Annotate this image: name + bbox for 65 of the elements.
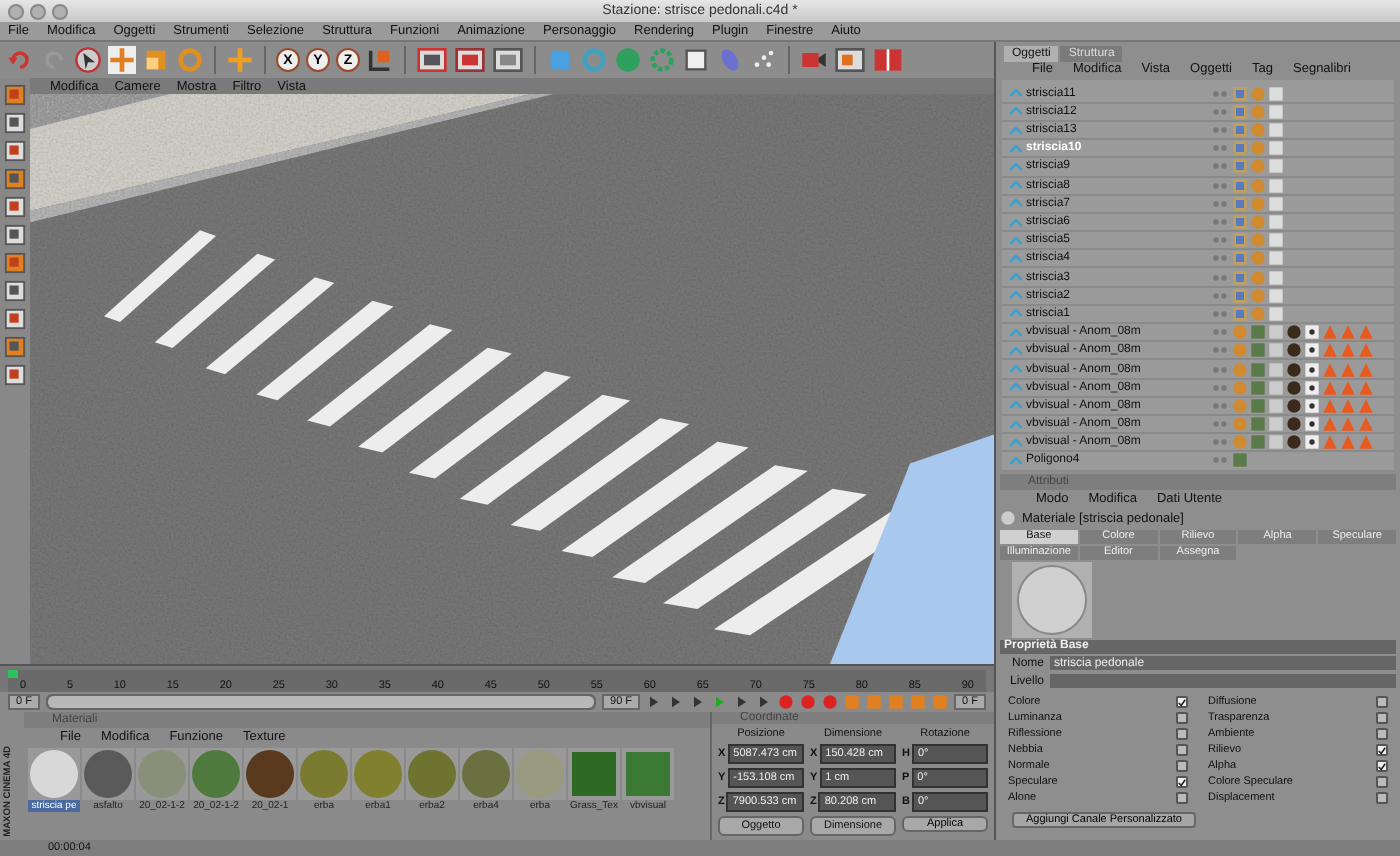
- checkbox[interactable]: [1376, 792, 1388, 805]
- checkbox[interactable]: [1376, 712, 1388, 725]
- close-button[interactable]: [8, 4, 24, 20]
- material-icon[interactable]: [1000, 510, 1016, 527]
- visibility-dots-icon[interactable]: [1210, 140, 1230, 157]
- visibility-dots-icon[interactable]: [1210, 324, 1230, 341]
- checkbox[interactable]: [1176, 792, 1188, 805]
- visibility-dots-icon[interactable]: [1210, 232, 1230, 249]
- checkbox[interactable]: [1176, 760, 1188, 773]
- material-preview: [1012, 561, 1092, 638]
- visibility-dots-icon[interactable]: [1210, 85, 1230, 102]
- checkbox[interactable]: [1176, 696, 1188, 709]
- checkbox[interactable]: [1376, 696, 1388, 709]
- layer-field[interactable]: [1050, 674, 1396, 689]
- rotate-icon[interactable]: [176, 46, 204, 74]
- visibility-dots-icon[interactable]: [1210, 214, 1230, 230]
- key-scale-icon[interactable]: [866, 694, 883, 710]
- render-picture-icon[interactable]: [454, 44, 486, 76]
- zoom-button[interactable]: [52, 4, 68, 20]
- key-position-icon[interactable]: [844, 694, 861, 710]
- visibility-dots-icon[interactable]: [1210, 342, 1230, 359]
- target-tag-icon[interactable]: [1304, 434, 1320, 451]
- visibility-dots-icon[interactable]: [1210, 361, 1230, 377]
- key-parameter-icon[interactable]: [910, 694, 927, 710]
- coordinate-system-icon[interactable]: [366, 46, 394, 74]
- checkbox[interactable]: [1376, 728, 1388, 741]
- target-tag-icon[interactable]: [1304, 324, 1320, 341]
- scene-icon[interactable]: [834, 44, 866, 76]
- checkbox[interactable]: [1376, 744, 1388, 757]
- visibility-dots-icon[interactable]: [1210, 434, 1230, 451]
- visibility-dots-icon[interactable]: [1210, 103, 1230, 120]
- key-rotation-icon[interactable]: [888, 694, 905, 710]
- playhead[interactable]: [8, 670, 18, 678]
- target-tag-icon[interactable]: [1304, 342, 1320, 359]
- target-tag-icon[interactable]: [1304, 397, 1320, 414]
- checkbox[interactable]: [1176, 776, 1188, 789]
- undo-icon[interactable]: [6, 46, 34, 74]
- render-view-icon[interactable]: [416, 44, 448, 76]
- cursor-icon[interactable]: [74, 46, 102, 74]
- checkbox[interactable]: [1176, 728, 1188, 741]
- visibility-dots-icon[interactable]: [1210, 379, 1230, 396]
- checkbox[interactable]: [1176, 744, 1188, 757]
- add-icon[interactable]: [226, 46, 254, 74]
- visibility-dots-icon[interactable]: [1210, 269, 1230, 286]
- visibility-dots-icon[interactable]: [1210, 158, 1230, 175]
- checkbox[interactable]: [1176, 712, 1188, 725]
- visibility-dots-icon[interactable]: [1210, 195, 1230, 212]
- minimize-button[interactable]: [30, 4, 46, 20]
- target-tag-icon[interactable]: [1304, 361, 1320, 377]
- checkbox[interactable]: [1376, 760, 1388, 773]
- visibility-dots-icon[interactable]: [1210, 452, 1230, 469]
- visibility-dots-icon[interactable]: [1210, 287, 1230, 304]
- checkbox[interactable]: [1376, 776, 1388, 789]
- target-tag-icon[interactable]: [1304, 416, 1320, 433]
- cube-icon[interactable]: [546, 46, 574, 74]
- visibility-dots-icon[interactable]: [1210, 122, 1230, 139]
- visibility-dots-icon[interactable]: [1210, 177, 1230, 194]
- render-settings-icon[interactable]: [492, 44, 524, 76]
- key-point-icon[interactable]: [932, 694, 949, 710]
- visibility-dots-icon[interactable]: [1210, 397, 1230, 414]
- visibility-dots-icon[interactable]: [1210, 250, 1230, 267]
- scale-icon[interactable]: [142, 46, 170, 74]
- target-tag-icon[interactable]: [1304, 379, 1320, 396]
- visibility-dots-icon[interactable]: [1210, 305, 1230, 322]
- visibility-dots-icon[interactable]: [1210, 416, 1230, 433]
